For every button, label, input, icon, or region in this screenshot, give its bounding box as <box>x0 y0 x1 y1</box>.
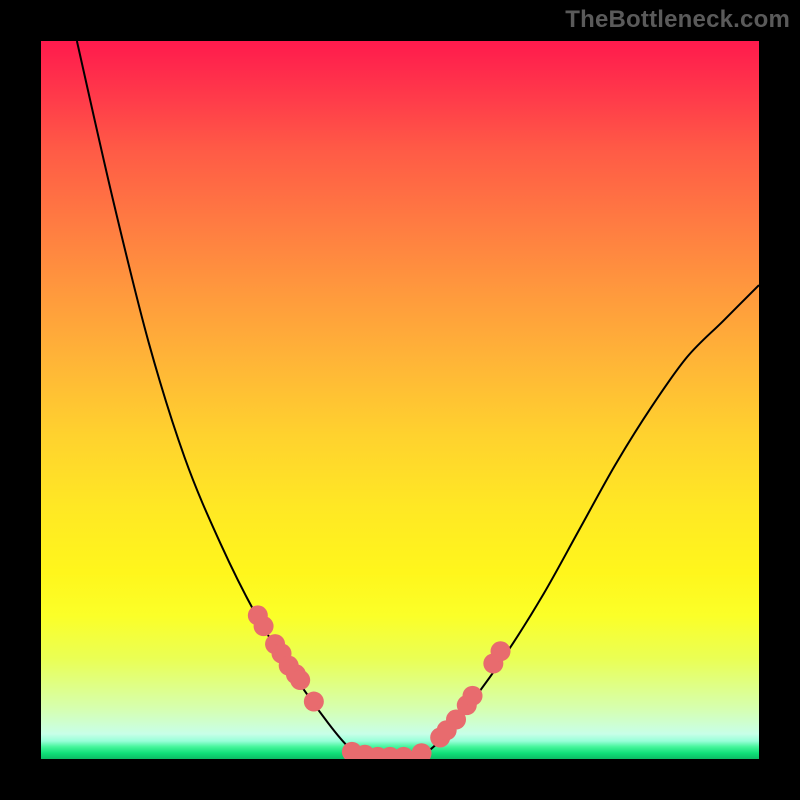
data-point <box>394 747 414 759</box>
curve-layer <box>41 41 759 759</box>
data-point <box>463 686 483 706</box>
watermark-text: TheBottleneck.com <box>565 6 790 34</box>
plot-area <box>41 41 759 759</box>
data-point <box>412 743 432 759</box>
data-point <box>254 616 274 636</box>
data-point <box>491 641 511 661</box>
data-point <box>290 670 310 690</box>
data-point <box>304 692 324 712</box>
curve-bottleneck-curve-left <box>77 41 368 759</box>
curve-bottleneck-curve-right <box>414 285 759 759</box>
chart-frame: TheBottleneck.com <box>0 0 800 800</box>
